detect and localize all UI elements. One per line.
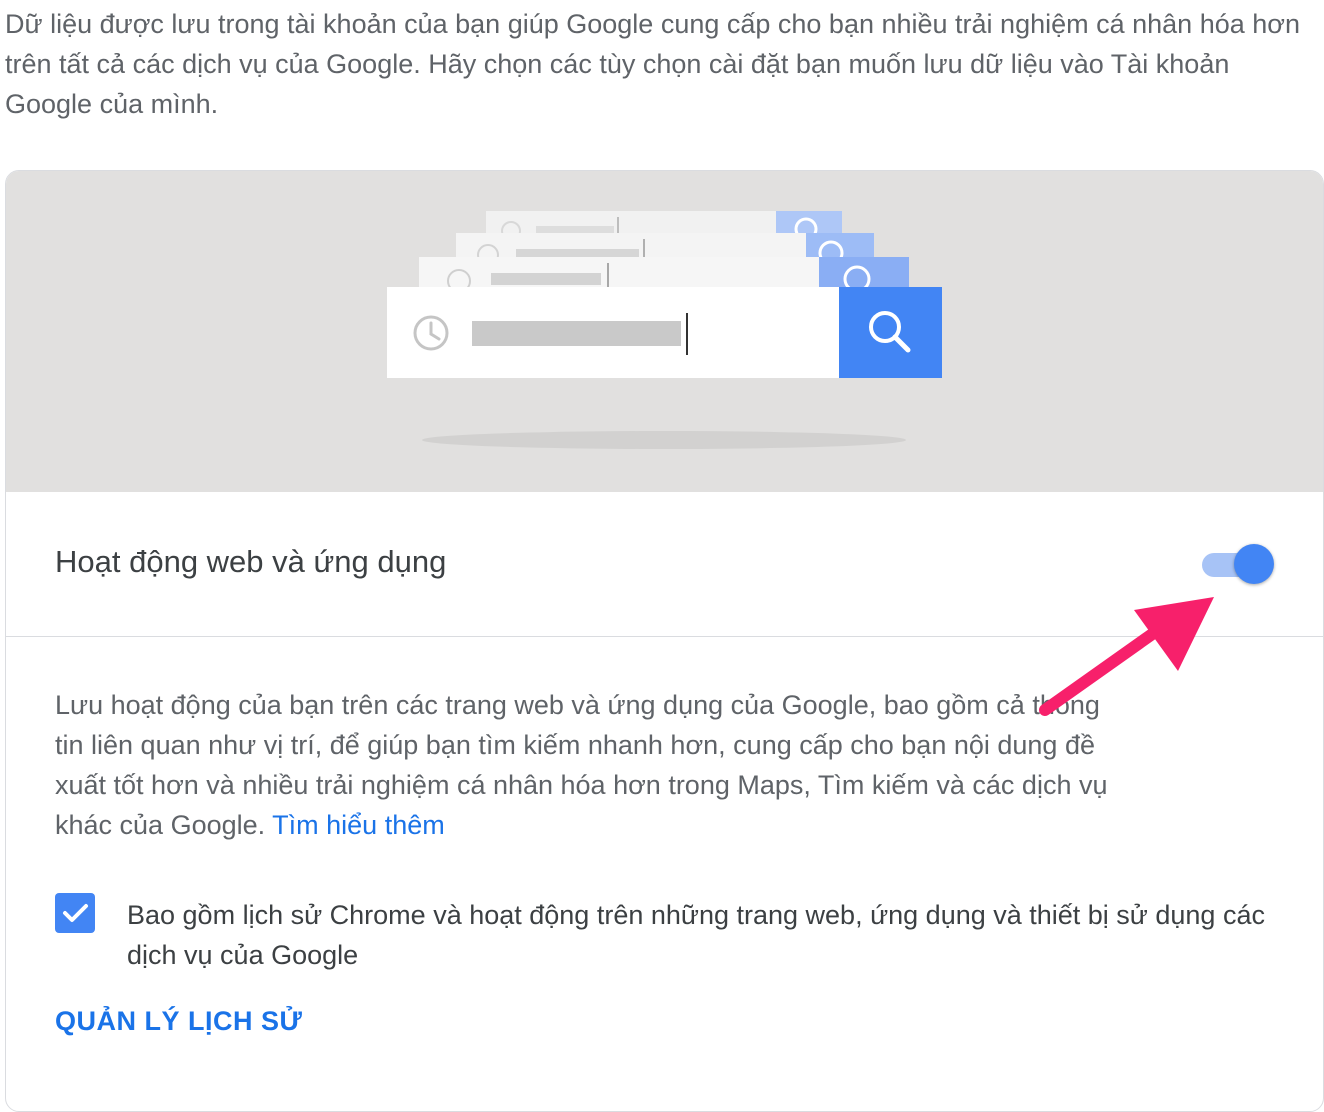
chrome-history-label: Bao gồm lịch sử Chrome và hoạt động trên…	[127, 900, 1265, 970]
chrome-history-checkbox[interactable]	[55, 893, 95, 933]
setting-description: Lưu hoạt động của bạn trên các trang web…	[55, 685, 1135, 845]
activity-toggle[interactable]	[1202, 544, 1278, 584]
checkmark-icon	[63, 904, 88, 922]
illustration-graphic	[387, 211, 942, 449]
toggle-knob	[1234, 544, 1274, 584]
description-text: Lưu hoạt động của bạn trên các trang web…	[55, 690, 1108, 840]
web-app-activity-row: Hoạt động web và ứng dụng	[6, 492, 1323, 637]
settings-card: Hoạt động web và ứng dụng Lưu hoạt động …	[5, 170, 1324, 1112]
manage-history-link[interactable]: QUẢN LÝ LỊCH SỬ	[55, 1001, 302, 1041]
search-history-illustration	[6, 171, 1323, 492]
intro-text: Dữ liệu được lưu trong tài khoản của bạn…	[5, 9, 1300, 119]
chrome-history-option: Bao gồm lịch sử Chrome và hoạt động trên…	[55, 893, 1275, 983]
setting-title: Hoạt động web và ứng dụng	[55, 544, 447, 579]
learn-more-link[interactable]: Tìm hiểu thêm	[272, 810, 445, 840]
